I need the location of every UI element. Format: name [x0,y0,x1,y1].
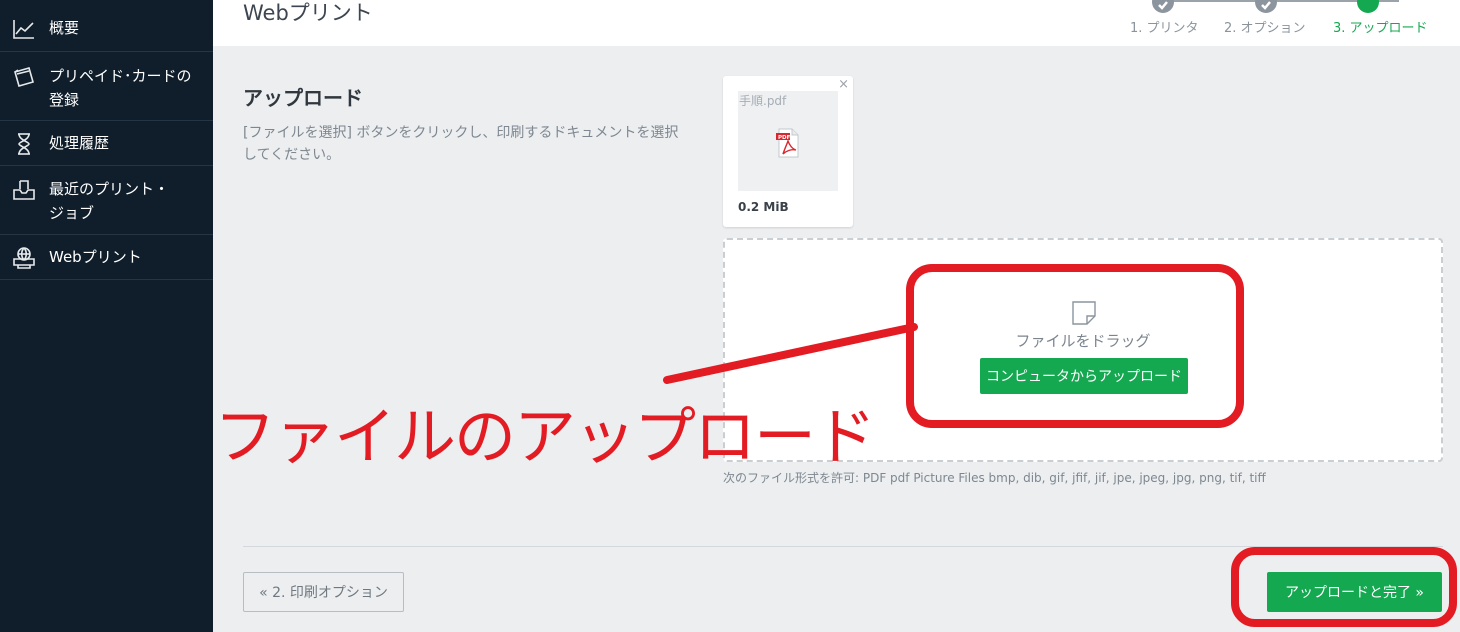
step-1-check-icon [1152,0,1174,13]
upload-from-computer-button[interactable]: コンピュータからアップロード [980,358,1188,394]
hourglass-icon [11,131,37,157]
header: Webプリント 1. プリンタ 2. オプション 3. アップロード [213,0,1460,46]
sidebar-item-label: 概要 [49,19,80,37]
file-size: 0.2 MiB [738,200,789,214]
chart-line-icon [11,16,37,42]
sidebar-item-web-print[interactable]: Webプリント [0,235,213,280]
sidebar-item-label: 処理履歴 [49,134,110,152]
document-icon [1072,301,1096,325]
pdf-file-icon: PDF [776,128,799,158]
drag-hint-text: ファイルをドラッグ [1015,332,1151,350]
step-2-check-icon [1255,0,1277,13]
inbox-icon [11,177,37,203]
section-title: アップロード [243,86,363,110]
sidebar-item-overview[interactable]: 概要 [0,0,213,52]
card-icon [11,64,37,90]
back-to-options-button[interactable]: « 2. 印刷オプション [243,572,404,612]
annotation-label: ファイルのアップロード [214,400,876,473]
printer-globe-icon [11,245,37,271]
upload-and-finish-button[interactable]: アップロードと完了 » [1267,572,1442,612]
remove-file-button[interactable]: × [838,77,849,92]
step-3-active-dot [1357,0,1379,13]
step-1-label[interactable]: 1. プリンタ [1130,17,1199,36]
sidebar-item-label: 最近のプリント・ジョブ [49,180,170,222]
svg-text:PDF: PDF [778,135,791,141]
step-progress: 1. プリンタ 2. オプション 3. アップロード [1130,0,1430,46]
sidebar-item-recent-jobs[interactable]: 最近のプリント・ジョブ [0,166,213,235]
section-description: [ファイルを選択] ボタンをクリックし、印刷するドキュメントを選択してください。 [243,125,679,163]
page-title: Webプリント [243,1,373,25]
divider [243,546,1443,547]
step-2-label[interactable]: 2. オプション [1224,17,1306,36]
file-name: 手順.pdf [739,94,787,108]
uploaded-file-card: × PDF 手順.pdf 0.2 MiB [723,76,853,227]
sidebar: 概要 プリペイド･カードの登録 処理履歴 最近のプリント・ジョブ Webプリント [0,0,213,632]
step-3-label: 3. アップロード [1333,21,1428,36]
sidebar-item-history[interactable]: 処理履歴 [0,121,213,166]
sidebar-item-prepaid-card[interactable]: プリペイド･カードの登録 [0,52,213,121]
sidebar-item-label: プリペイド･カードの登録 [49,67,192,109]
sidebar-item-label: Webプリント [49,248,142,266]
